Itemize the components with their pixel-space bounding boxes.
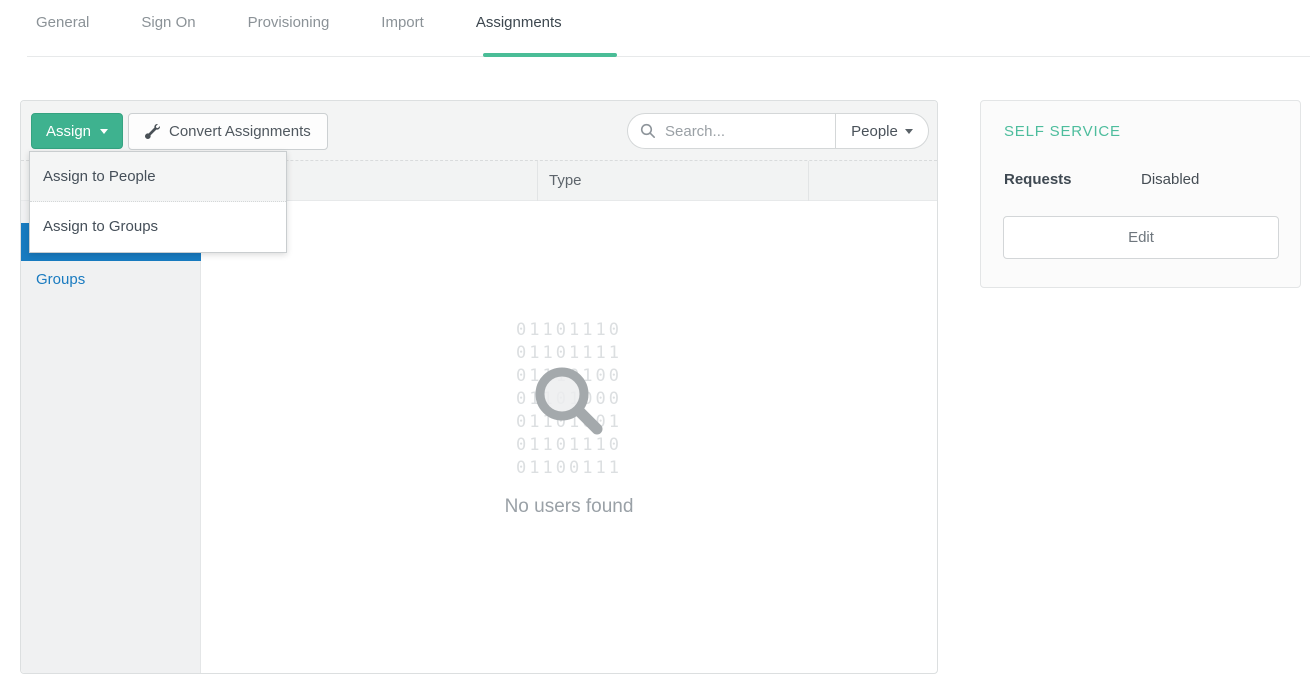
menu-item-assign-to-groups[interactable]: Assign to Groups xyxy=(30,202,286,252)
edit-button-label: Edit xyxy=(1128,229,1154,246)
tabs-divider xyxy=(27,56,1310,57)
column-divider xyxy=(808,161,809,201)
app-tabs: General Sign On Provisioning Import Assi… xyxy=(36,14,562,31)
search-box xyxy=(627,113,835,149)
tab-assignments[interactable]: Assignments xyxy=(476,14,562,31)
tab-provisioning[interactable]: Provisioning xyxy=(248,14,330,31)
self-service-title: SELF SERVICE xyxy=(1004,123,1121,140)
search-group: People xyxy=(627,113,929,149)
assignments-sidebar: Groups xyxy=(21,201,201,673)
sidebar-item-groups[interactable]: Groups xyxy=(21,261,201,299)
binary-row: 01101110 xyxy=(201,319,937,342)
empty-state-message: No users found xyxy=(201,496,937,518)
search-input[interactable] xyxy=(663,122,813,141)
tab-sign-on[interactable]: Sign On xyxy=(141,14,195,31)
tab-import[interactable]: Import xyxy=(381,14,424,31)
table-body: Groups 01101110 01101111 01110100 011010… xyxy=(21,201,937,673)
edit-button[interactable]: Edit xyxy=(1003,216,1279,259)
assign-button[interactable]: Assign xyxy=(31,113,123,149)
convert-assignments-button[interactable]: Convert Assignments xyxy=(128,113,328,150)
caret-down-icon xyxy=(100,129,108,134)
tab-general[interactable]: General xyxy=(36,14,89,31)
search-filter-value: People xyxy=(851,123,898,140)
search-filter-dropdown[interactable]: People xyxy=(835,113,929,149)
active-tab-underline xyxy=(483,53,617,57)
column-header-type[interactable]: Type xyxy=(549,161,582,201)
binary-row: 01100111 xyxy=(201,457,937,480)
assign-button-label: Assign xyxy=(46,123,91,140)
assign-dropdown-menu: Assign to People Assign to Groups xyxy=(29,151,287,253)
convert-assignments-label: Convert Assignments xyxy=(169,123,311,140)
wrench-icon xyxy=(145,124,160,139)
self-service-panel: SELF SERVICE Requests Disabled Edit xyxy=(980,100,1301,288)
requests-label: Requests xyxy=(1004,171,1072,188)
search-icon xyxy=(640,123,656,139)
requests-status-value: Disabled xyxy=(1141,171,1199,188)
caret-down-icon xyxy=(905,129,913,134)
empty-state: 01101110 01101111 01110100 01101000 0110… xyxy=(201,201,937,518)
column-divider xyxy=(537,161,538,201)
magnifier-icon xyxy=(527,361,613,452)
menu-item-assign-to-people[interactable]: Assign to People xyxy=(30,152,286,202)
